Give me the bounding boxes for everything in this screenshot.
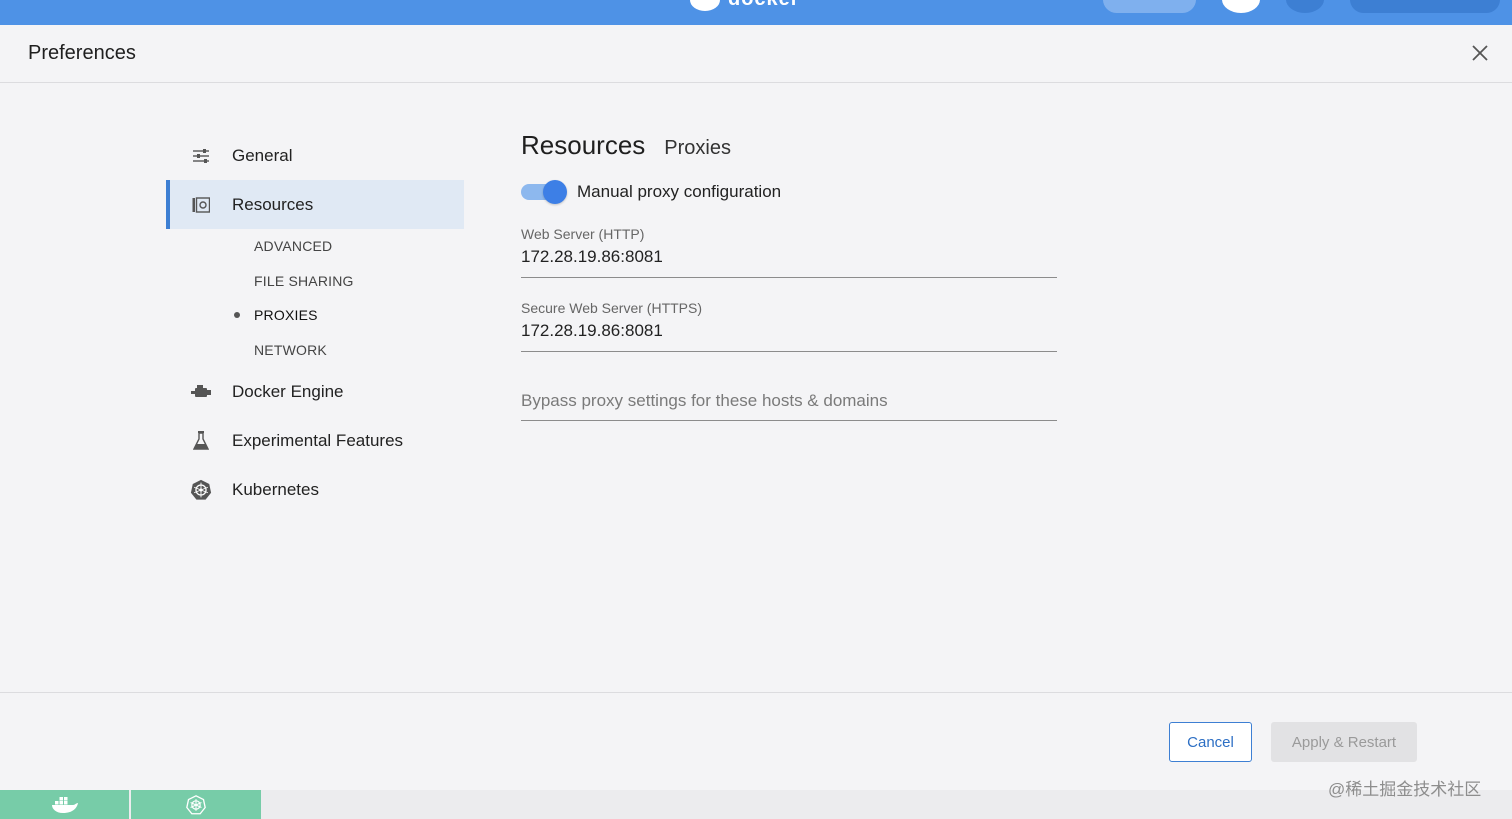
- whale-icon: [690, 0, 720, 11]
- upgrade-pill[interactable]: [1103, 0, 1196, 13]
- settings-gear-icon[interactable]: [1222, 0, 1260, 13]
- resources-icon: [190, 194, 212, 216]
- cancel-button[interactable]: Cancel: [1169, 722, 1252, 762]
- kubernetes-status-icon: [186, 794, 206, 814]
- subnav-item-file-sharing[interactable]: FILE SHARING: [166, 264, 464, 299]
- page-title: Preferences: [28, 42, 136, 64]
- sidebar-item-general[interactable]: General: [166, 131, 464, 180]
- app-topbar: docker: [0, 0, 1512, 25]
- toggle-knob: [543, 180, 567, 204]
- sidebar-item-label: General: [232, 145, 293, 165]
- troubleshoot-icon[interactable]: [1286, 0, 1324, 13]
- sidebar-item-kubernetes[interactable]: Kubernetes: [166, 465, 464, 514]
- sidebar-item-docker-engine[interactable]: Docker Engine: [166, 367, 464, 416]
- current-indicator-dot: [234, 312, 240, 318]
- subnav-item-network[interactable]: NETWORK: [166, 333, 464, 368]
- flask-icon: [190, 430, 212, 452]
- footer-divider: [0, 692, 1512, 693]
- apply-restart-button: Apply & Restart: [1271, 722, 1417, 762]
- docker-logo: docker: [690, 0, 800, 11]
- subnav-item-label: ADVANCED: [254, 238, 333, 255]
- http-proxy-field[interactable]: Web Server (HTTP) 172.28.19.86:8081: [521, 226, 1057, 278]
- manual-proxy-row: Manual proxy configuration: [521, 180, 1057, 204]
- subnav-item-label: NETWORK: [254, 341, 327, 358]
- subsection-title: Proxies: [664, 137, 731, 159]
- sidebar-item-resources[interactable]: Resources: [166, 180, 464, 229]
- proxies-panel: Resources Proxies Manual proxy configura…: [521, 130, 1057, 421]
- sidebar-item-label: Kubernetes: [232, 479, 319, 499]
- sliders-icon: [190, 145, 212, 167]
- bypass-proxy-input[interactable]: [521, 390, 1057, 412]
- subnav-item-advanced[interactable]: ADVANCED: [166, 229, 464, 264]
- docker-whale-icon: [51, 796, 78, 813]
- status-bar: [0, 790, 1512, 819]
- breadcrumb: Resources Proxies: [521, 130, 1057, 161]
- preferences-sidebar: General Resources ADVANCED FILE SHARING …: [166, 131, 464, 514]
- subnav-item-proxies[interactable]: PROXIES: [166, 298, 464, 333]
- sidebar-item-experimental-features[interactable]: Experimental Features: [166, 416, 464, 465]
- manual-proxy-label: Manual proxy configuration: [577, 182, 782, 201]
- watermark-text: @稀土掘金技术社区: [1328, 780, 1482, 799]
- sidebar-item-label: Resources: [232, 194, 314, 214]
- http-proxy-label: Web Server (HTTP): [521, 226, 645, 242]
- kubernetes-status-tile[interactable]: [131, 790, 261, 819]
- preferences-header: Preferences: [0, 25, 1512, 83]
- http-proxy-value[interactable]: 172.28.19.86:8081: [521, 247, 1057, 269]
- close-icon[interactable]: [1468, 41, 1492, 65]
- https-proxy-label: Secure Web Server (HTTPS): [521, 300, 703, 316]
- section-title: Resources: [521, 130, 646, 160]
- sidebar-item-label: Experimental Features: [232, 430, 404, 450]
- resources-subnav: ADVANCED FILE SHARING PROXIES NETWORK: [166, 229, 464, 367]
- https-proxy-field[interactable]: Secure Web Server (HTTPS) 172.28.19.86:8…: [521, 300, 1057, 352]
- subnav-item-label: PROXIES: [254, 307, 318, 324]
- engine-icon: [190, 381, 212, 403]
- sidebar-item-label: Docker Engine: [232, 381, 344, 401]
- brand-text: docker: [728, 0, 800, 11]
- kubernetes-icon: [190, 479, 212, 501]
- account-menu[interactable]: [1350, 0, 1500, 13]
- subnav-item-label: FILE SHARING: [254, 272, 354, 289]
- bypass-proxy-field[interactable]: [521, 390, 1057, 421]
- manual-proxy-toggle[interactable]: [521, 180, 567, 204]
- https-proxy-value[interactable]: 172.28.19.86:8081: [521, 321, 1057, 343]
- docker-status-tile[interactable]: [0, 790, 129, 819]
